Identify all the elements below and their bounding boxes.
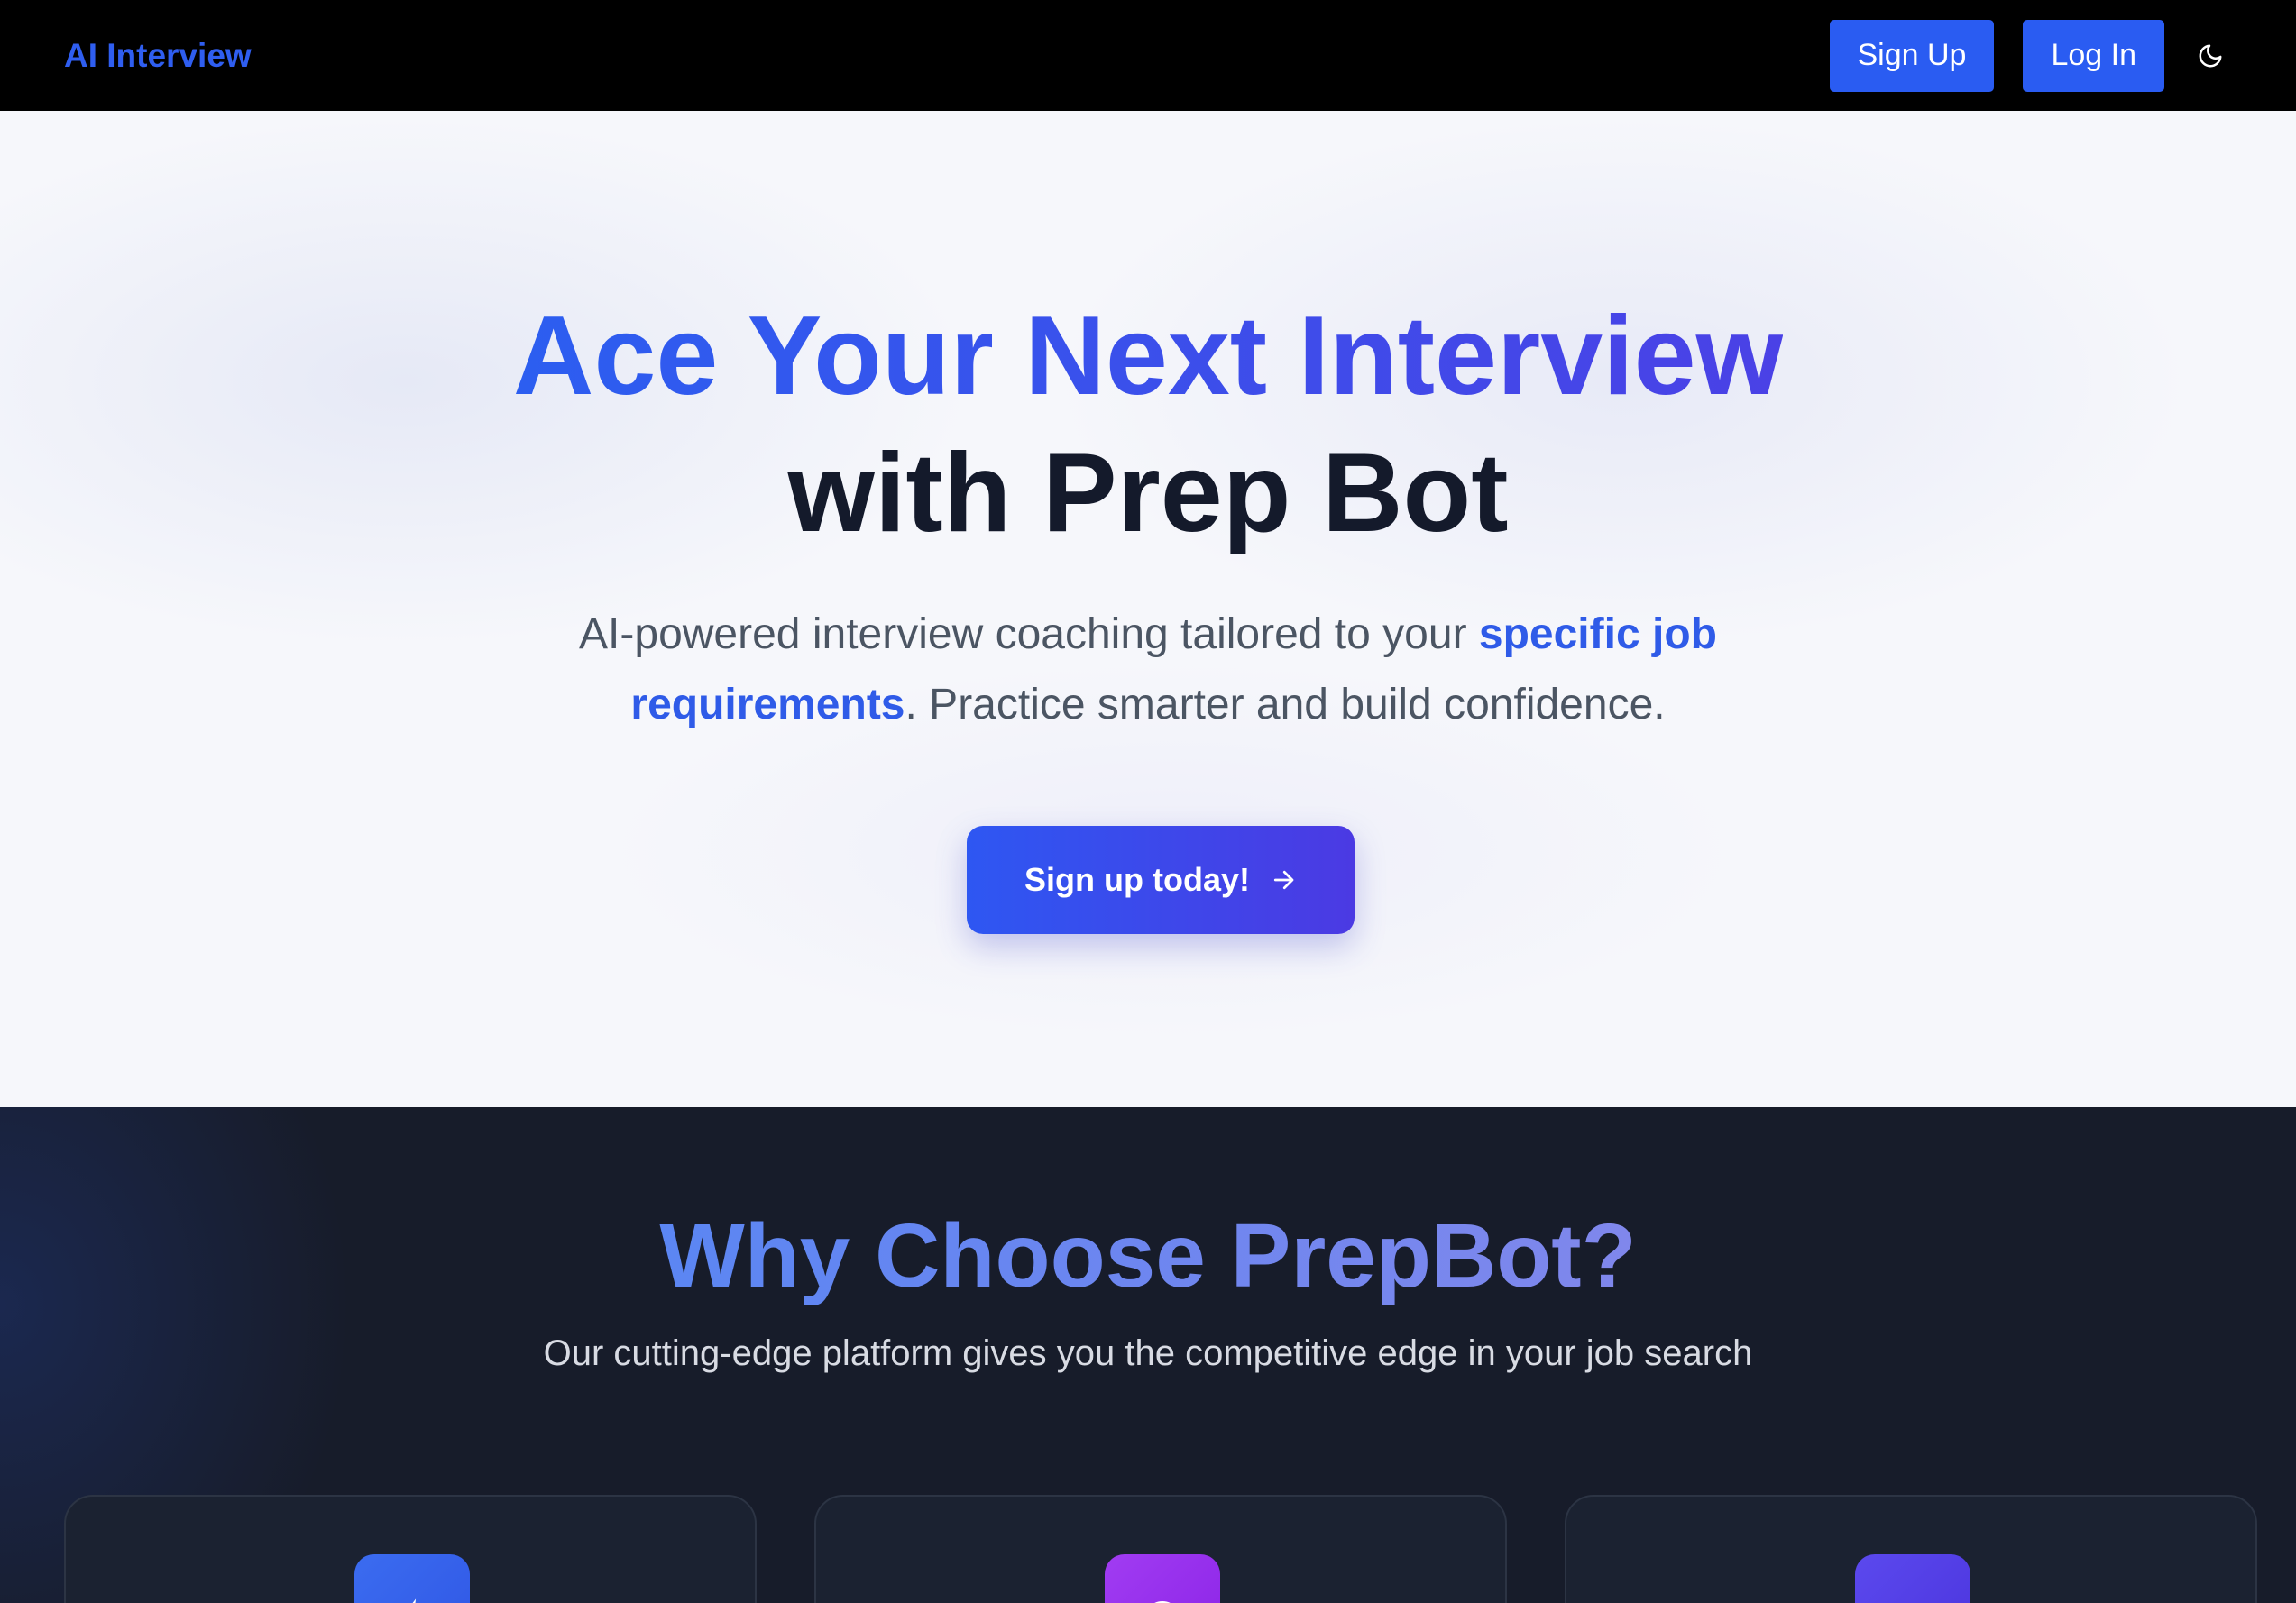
hero-subtitle-text: AI-powered interview coaching tailored t…: [579, 610, 1479, 658]
features-section: Why Choose PrepBot? Our cutting-edge pla…: [0, 1107, 2296, 1603]
hero-subtitle-text-end: . Practice smarter and build confidence.: [905, 681, 1666, 728]
features-subtitle: Our cutting-edge platform gives you the …: [543, 1333, 1753, 1373]
feature-card: [64, 1495, 757, 1603]
feature-card: [1565, 1495, 2257, 1603]
top-navbar: AI Interview Sign Up Log In: [0, 0, 2296, 111]
hero-subtitle: AI-powered interview coaching tailored t…: [562, 600, 1734, 740]
hero-title-line-1: Ace Your Next Interview: [0, 289, 2296, 424]
moon-icon: [2199, 44, 2222, 67]
theme-toggle-button[interactable]: [2189, 34, 2232, 78]
features-title-text: Why Choose PrepBot?: [659, 1205, 1637, 1306]
sign-up-button[interactable]: Sign Up: [1829, 19, 1995, 92]
cta-label: Sign up today!: [1024, 861, 1250, 898]
sign-up-today-button[interactable]: Sign up today!: [967, 826, 1355, 934]
nav-actions: Sign Up Log In: [1801, 19, 2233, 92]
feature-card: [814, 1495, 1507, 1603]
target-icon: [1105, 1554, 1220, 1603]
log-in-button[interactable]: Log In: [2023, 19, 2164, 92]
chart-icon: [1855, 1554, 1970, 1603]
hero-title-line-2: with Prep Bot: [787, 431, 1509, 555]
features-title: Why Choose PrepBot?: [0, 1206, 2296, 1305]
hero-section: Ace Your Next Interview with Prep Bot AI…: [0, 111, 2296, 1107]
arrow-right-icon: [1270, 866, 1297, 893]
brand-logo-link[interactable]: AI Interview: [64, 37, 252, 75]
lightning-icon: [354, 1554, 470, 1603]
hero-title-gradient-text: Ace Your Next Interview: [512, 294, 1784, 418]
